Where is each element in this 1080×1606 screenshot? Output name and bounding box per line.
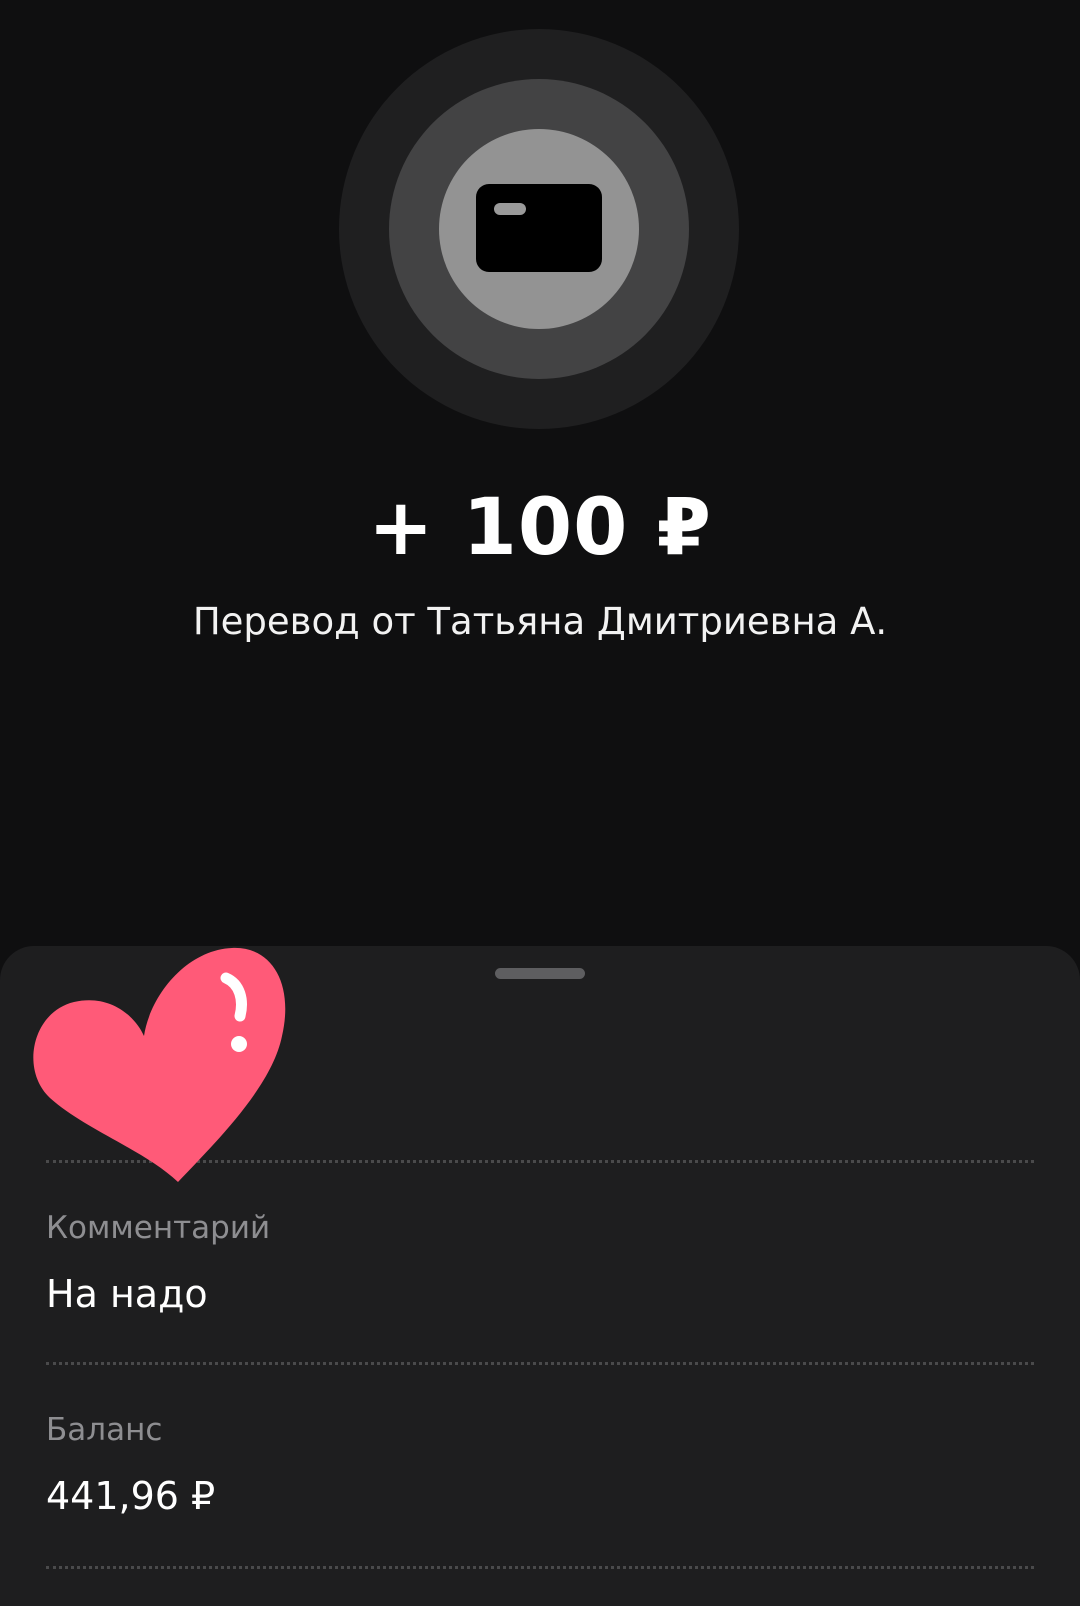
card-stripe — [494, 203, 526, 215]
comment-label: Комментарий — [46, 1210, 271, 1246]
card-icon — [476, 184, 602, 272]
balance-value: 441,96 ₽ — [46, 1474, 216, 1518]
transaction-description: Перевод от Татьяна Дмитриевна А. — [192, 600, 888, 643]
transfer-hero-illustration — [339, 29, 739, 429]
sheet-drag-handle[interactable] — [495, 968, 585, 979]
comment-value: На надо — [46, 1272, 208, 1316]
heart-sticker-icon — [33, 947, 286, 1182]
balance-label: Баланс — [46, 1412, 163, 1448]
divider — [46, 1362, 1034, 1365]
transaction-amount: + 100 ₽ — [368, 483, 712, 573]
divider — [46, 1566, 1034, 1569]
